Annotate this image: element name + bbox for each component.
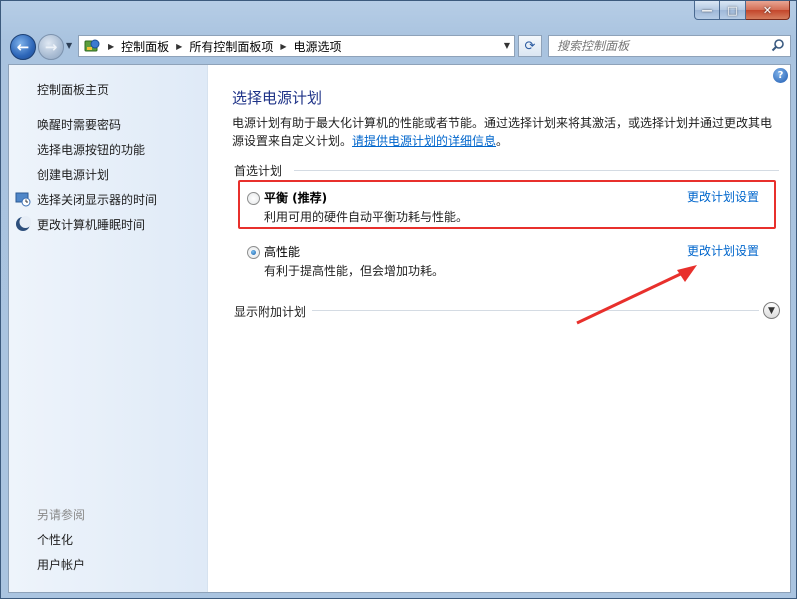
plan-info-link[interactable]: 请提供电源计划的详细信息 xyxy=(352,134,496,148)
balanced-plan-description: 利用可用的硬件自动平衡功耗与性能。 xyxy=(264,210,469,224)
annotation-arrow xyxy=(576,265,697,325)
personalization-link[interactable]: 个性化 xyxy=(37,531,73,548)
balanced-plan-name[interactable]: 平衡 (推荐) xyxy=(264,189,327,206)
search-icon[interactable] xyxy=(771,38,785,55)
balanced-plan-radio[interactable] xyxy=(247,192,260,205)
additional-plans-heading[interactable]: 显示附加计划 xyxy=(234,303,306,320)
window: — □ ✕ ← → ▼ ▶ 控制面板 ▶ 所有控制面板项 ▶ 电源选项 ▼ ⟳ xyxy=(0,0,797,599)
forward-button[interactable]: → xyxy=(38,34,64,60)
breadcrumb: ▶ 控制面板 ▶ 所有控制面板项 ▶ 电源选项 xyxy=(101,38,342,55)
display-off-time-link[interactable]: 选择关闭显示器的时间 xyxy=(37,191,157,208)
user-accounts-link[interactable]: 用户帐户 xyxy=(37,556,85,573)
minimize-icon: — xyxy=(701,3,713,17)
forward-arrow-icon: → xyxy=(44,38,58,56)
high-performance-plan-description: 有利于提高性能，但会增加功耗。 xyxy=(264,264,445,278)
left-task-pane: 控制面板主页 唤醒时需要密码 选择电源按钮的功能 创建电源计划 选择关闭显示器的… xyxy=(9,65,208,592)
minimize-button[interactable]: — xyxy=(694,1,720,20)
high-performance-change-settings-link[interactable]: 更改计划设置 xyxy=(687,242,759,259)
breadcrumb-all-items[interactable]: 所有控制面板项 xyxy=(189,38,273,55)
refresh-icon: ⟳ xyxy=(524,38,536,54)
monitor-clock-icon xyxy=(15,191,31,207)
control-panel-icon xyxy=(83,38,101,54)
caption-buttons: — □ ✕ xyxy=(694,1,790,20)
address-dropdown-icon[interactable]: ▼ xyxy=(504,41,510,50)
help-icon[interactable]: ? xyxy=(773,68,788,83)
moon-icon xyxy=(15,216,32,232)
high-performance-plan-name[interactable]: 高性能 xyxy=(264,243,300,260)
high-performance-plan-radio[interactable] xyxy=(247,246,260,259)
address-bar[interactable]: ▶ 控制面板 ▶ 所有控制面板项 ▶ 电源选项 ▼ xyxy=(78,35,515,57)
preferred-plans-heading: 首选计划 xyxy=(234,164,283,178)
search-input[interactable] xyxy=(549,36,759,56)
page-title: 选择电源计划 xyxy=(232,89,323,107)
expand-chevron-icon[interactable]: ▼ xyxy=(763,302,780,319)
back-arrow-icon: ← xyxy=(16,38,30,56)
wake-password-link[interactable]: 唤醒时需要密码 xyxy=(37,116,121,133)
maximize-icon: □ xyxy=(727,3,738,17)
page-description: 电源计划有助于最大化计算机的性能或者节能。通过选择计划来将其激活，或选择计划并通… xyxy=(232,114,782,150)
sleep-time-link[interactable]: 更改计算机睡眠时间 xyxy=(37,216,145,233)
breadcrumb-separator-icon[interactable]: ▶ xyxy=(280,42,286,51)
balanced-change-settings-link[interactable]: 更改计划设置 xyxy=(687,188,759,205)
back-button[interactable]: ← xyxy=(10,34,36,60)
maximize-button[interactable]: □ xyxy=(720,1,746,20)
description-end: 。 xyxy=(496,134,509,148)
search-box[interactable] xyxy=(548,35,791,57)
close-icon: ✕ xyxy=(762,3,773,17)
content-area: 控制面板主页 唤醒时需要密码 选择电源按钮的功能 创建电源计划 选择关闭显示器的… xyxy=(8,64,791,593)
refresh-button[interactable]: ⟳ xyxy=(518,35,542,57)
breadcrumb-control-panel[interactable]: 控制面板 xyxy=(121,38,169,55)
close-button[interactable]: ✕ xyxy=(746,1,790,20)
breadcrumb-separator-icon[interactable]: ▶ xyxy=(176,42,182,51)
create-plan-link[interactable]: 创建电源计划 xyxy=(37,166,109,183)
control-panel-home-link[interactable]: 控制面板主页 xyxy=(37,81,109,98)
preferred-plans-divider xyxy=(294,170,779,171)
power-buttons-link[interactable]: 选择电源按钮的功能 xyxy=(37,141,145,158)
breadcrumb-separator-icon[interactable]: ▶ xyxy=(108,42,114,51)
see-also-heading: 另请参阅 xyxy=(37,508,86,522)
recent-pages-dropdown[interactable]: ▼ xyxy=(66,41,72,50)
breadcrumb-power-options[interactable]: 电源选项 xyxy=(294,38,342,55)
